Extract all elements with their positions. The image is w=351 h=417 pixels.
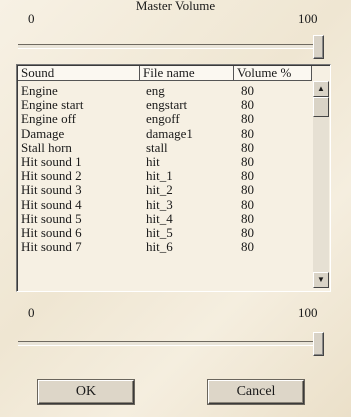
sound-volume-slider-thumb[interactable] [313, 332, 324, 356]
sound-name-cell: Hit sound 7 [21, 239, 82, 255]
sound-name-cell: Hit sound 3 [21, 182, 82, 198]
table-row[interactable]: Stall horn stall 80 [19, 139, 309, 155]
sound-name-cell: Hit sound 5 [21, 210, 82, 226]
volume-cell: 80 [241, 239, 254, 255]
table-row[interactable]: Damage damage1 80 [19, 125, 309, 141]
sound-name-cell: Engine [21, 83, 58, 98]
volume-cell: 80 [241, 210, 254, 226]
volume-cell: 80 [241, 225, 254, 240]
volume-cell: 80 [241, 139, 254, 155]
table-row[interactable]: Hit sound 3 hit_2 80 [19, 183, 309, 197]
sound-name-cell: Hit sound 4 [21, 196, 82, 212]
volume-cell: 80 [241, 196, 254, 212]
sound-name-cell: Hit sound 2 [21, 168, 82, 184]
cancel-button[interactable]: Cancel [208, 380, 304, 404]
sound-name-cell: Engine start [21, 97, 84, 113]
scroll-up-arrow-icon[interactable]: ▲ [313, 81, 329, 97]
sound-name-cell: Engine off [21, 111, 76, 127]
file-name-cell: hit [146, 154, 160, 169]
file-name-cell: hit_3 [146, 196, 173, 212]
volume-cell: 80 [241, 97, 254, 113]
sound-name-cell: Damage [21, 125, 65, 141]
table-row[interactable]: Hit sound 5 hit_4 80 [19, 210, 309, 226]
table-row[interactable]: Hit sound 7 hit_6 80 [19, 240, 309, 254]
master-volume-min-label: 0 [28, 11, 35, 26]
column-header-sound[interactable]: Sound [18, 66, 140, 81]
file-name-cell: engoff [146, 111, 180, 127]
file-name-cell: eng [146, 83, 165, 98]
volume-cell: 80 [241, 154, 254, 169]
column-header-file-name[interactable]: File name [140, 66, 234, 81]
column-header-volume[interactable]: Volume % [234, 66, 312, 81]
table-row[interactable]: Hit sound 2 hit_1 80 [19, 169, 309, 183]
sound-name-cell: Stall horn [21, 139, 72, 155]
file-name-cell: hit_2 [146, 182, 173, 198]
file-name-cell: stall [146, 139, 168, 155]
master-volume-max-label: 100 [298, 11, 318, 26]
ok-button[interactable]: OK [38, 380, 134, 404]
table-row[interactable]: Hit sound 6 hit_5 80 [19, 226, 309, 240]
scroll-down-arrow-icon[interactable]: ▼ [313, 272, 329, 288]
file-name-cell: damage1 [146, 125, 193, 141]
file-name-cell: hit_4 [146, 210, 173, 226]
volume-cell: 80 [241, 168, 254, 184]
list-vertical-scrollbar[interactable]: ▲ ▼ [313, 81, 329, 288]
master-volume-slider-track[interactable] [18, 44, 324, 49]
table-row[interactable]: Engine start engstart 80 [19, 98, 309, 112]
sound-volume-slider-track[interactable] [18, 341, 324, 346]
table-row[interactable]: Hit sound 4 hit_3 80 [19, 196, 309, 212]
file-name-cell: hit_1 [146, 168, 173, 184]
table-row[interactable]: Engine off engoff 80 [19, 112, 309, 126]
file-name-cell: engstart [146, 97, 188, 113]
volume-cell: 80 [241, 125, 254, 141]
volume-cell: 80 [241, 83, 254, 98]
table-row[interactable]: Engine eng 80 [19, 84, 309, 98]
sound-name-cell: Hit sound 6 [21, 225, 82, 240]
file-name-cell: hit_6 [146, 239, 173, 255]
master-volume-slider-thumb[interactable] [313, 35, 324, 59]
sound-volume-min-label: 0 [28, 305, 35, 320]
file-name-cell: hit_5 [146, 225, 173, 240]
sound-volume-max-label: 100 [298, 305, 318, 320]
table-row[interactable]: Hit sound 1 hit 80 [19, 155, 309, 169]
volume-cell: 80 [241, 182, 254, 198]
volume-cell: 80 [241, 111, 254, 127]
sound-list[interactable]: Sound File name Volume % Engine eng 80 Engi… [16, 64, 331, 292]
scrollbar-thumb[interactable] [313, 97, 329, 117]
sound-name-cell: Hit sound 1 [21, 154, 82, 169]
